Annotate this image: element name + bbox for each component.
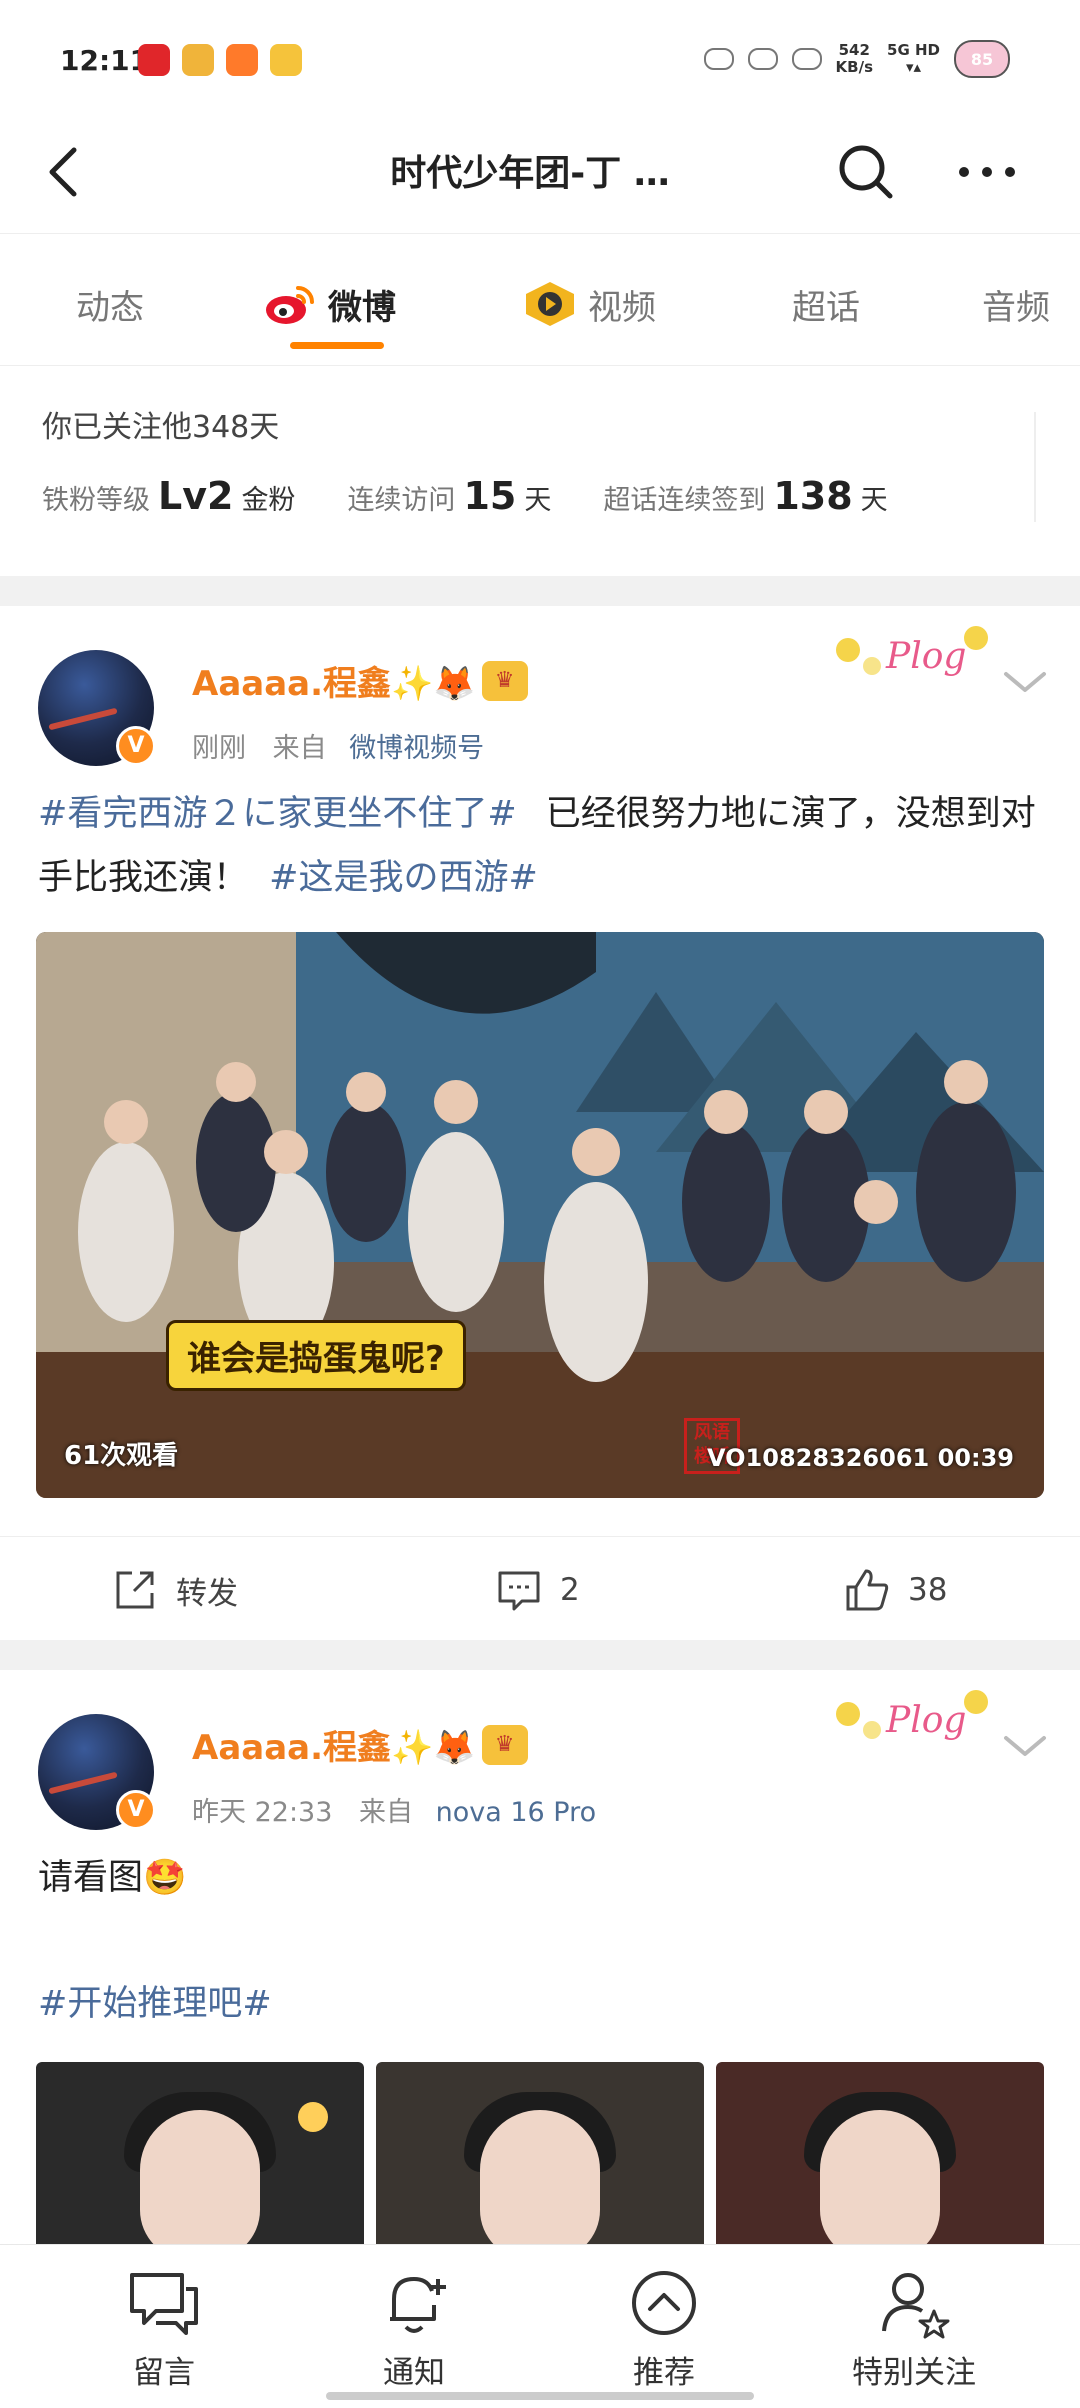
post-text: #看完西游２に家更坐不住了# 已经很努力地に演了，没想到对手比我还演！ #这是我… [38,794,1036,898]
netease-music-icon [138,44,170,76]
profile-tabs: 动态 微博 视频 超话 音频 [0,234,1080,366]
crown-badge-icon: ♛ [481,1724,528,1765]
fan-level-label: 铁粉等级 [42,485,150,516]
video-badge-icon [526,282,574,326]
bell-plus-icon [390,2277,446,2333]
status-app-icons [138,44,302,76]
tab-video[interactable]: 视频 [522,274,656,334]
svg-text:Plog: Plog [885,636,966,677]
topic-link[interactable]: #看完西游２に家更坐不住了# [38,794,517,834]
battery-icon: 85 [954,40,1010,78]
visit-value: 15 [463,474,517,518]
bottom-toolbar: 留言 通知 推荐 特别关注 [0,2244,1080,2408]
message-button[interactable]: 留言 [84,2265,244,2392]
repost-button[interactable]: 转发 [112,1567,238,1613]
net-speed: 542 KB/s [835,41,874,76]
username[interactable]: Aaaaa.程鑫✨🦊 ♛ [192,1720,528,1769]
weibo-icon [270,44,302,76]
recommend-button[interactable]: 推荐 [584,2265,744,2392]
chevron-down-icon[interactable] [1000,1726,1050,1766]
thumbs-up-icon [846,1569,889,1611]
fan-level-unit: 金粉 [241,485,296,516]
user-star-icon [882,2273,950,2339]
status-cat-icon [791,48,822,70]
notify-button[interactable]: 通知 [334,2265,494,2392]
active-tab-indicator [290,342,384,349]
checkin-value: 138 [773,474,853,518]
repost-icon [116,1571,154,1609]
checkin-label: 超话连续签到 [603,485,766,516]
status-cat-icon [703,48,734,70]
plog-badge-icon: Plog [826,1680,996,1760]
weibo-post[interactable]: V Aaaaa.程鑫✨🦊 ♛ 刚刚 来自 微博视频号 Plog #看完西游２に家… [0,606,1080,1640]
section-divider [0,576,1080,606]
topic-link[interactable]: #这是我の西游# [269,858,538,898]
topic-link[interactable]: #开始推理吧# [38,1972,1048,2036]
comment-icon [498,1571,540,1611]
like-button[interactable]: 38 [844,1567,947,1613]
signal-indicator: 5G HD ▾▴ [887,41,940,76]
more-icon [959,167,1015,177]
follow-days-text: 你已关注他348天 [42,410,280,445]
post-meta: 昨天 22:33 来自 nova 16 Pro [192,1797,597,1828]
post-source-link[interactable]: 微博视频号 [349,733,484,764]
search-icon [839,145,893,199]
weibo-logo-icon [266,286,314,324]
chevron-down-icon[interactable] [1000,662,1050,702]
section-divider [0,1640,1080,1670]
back-icon [49,147,77,197]
view-count: 61次观看 [64,1441,179,1471]
fan-stats: 铁粉等级 Lv2 金粉 连续访问 15 天 超话连续签到 138 天 [42,474,940,518]
status-time: 12:11 [60,44,150,77]
post-image[interactable] [376,2062,704,2244]
username[interactable]: Aaaaa.程鑫✨🦊 ♛ [192,656,528,705]
video-code: VO10828326061 [706,1444,930,1472]
tab-weibo[interactable]: 微博 [262,274,396,334]
video-player[interactable]: 谁会是捣蛋鬼呢? 风语楼听 61次观看 VO10828326061 00:39 [36,932,1044,1498]
message-icon [130,2273,198,2335]
search-button[interactable] [836,142,896,202]
tab-dynamic[interactable]: 动态 [76,274,144,334]
more-button[interactable] [952,142,1022,202]
special-follow-button[interactable]: 特别关注 [834,2265,994,2392]
home-indicator[interactable] [326,2392,754,2400]
post-text: 请看图🤩 [38,1858,187,1898]
status-cat-icon [747,48,778,70]
video-caption: 谁会是捣蛋鬼呢? [166,1320,466,1391]
video-info: VO10828326061 00:39 [707,1444,1014,1472]
visit-unit: 天 [524,485,552,516]
crown-badge-icon: ♛ [481,660,528,701]
verified-badge: V [116,1790,156,1830]
visit-label: 连续访问 [347,485,456,516]
back-button[interactable] [36,140,100,204]
image-grid [36,2062,1044,2244]
plog-badge-icon: Plog [826,616,996,696]
status-right-group: 542 KB/s 5G HD ▾▴ 85 [703,40,1010,78]
divider [1034,412,1036,522]
status-bar: 12:11 542 KB/s 5G HD ▾▴ 85 [0,0,1080,120]
page-title: 时代少年团-丁 … [390,153,670,194]
post-image[interactable] [36,2062,364,2244]
post-image[interactable] [716,2062,1044,2244]
app-bear-icon [182,44,214,76]
video-thumbnail [36,932,1044,1498]
fan-info-panel[interactable]: 你已关注他348天 铁粉等级 Lv2 金粉 连续访问 15 天 超话连续签到 1… [0,366,1080,576]
top-nav-bar: 时代少年团-丁 … [0,120,1080,234]
post-source-link[interactable]: nova 16 Pro [436,1797,597,1828]
up-circle-icon [632,2271,696,2335]
checkin-unit: 天 [860,485,888,516]
app-orange-icon [226,44,258,76]
tab-super-topic[interactable]: 超话 [792,274,860,334]
comment-button[interactable]: 2 [496,1567,580,1613]
fan-level-value: Lv2 [158,474,234,518]
weibo-post[interactable]: V Aaaaa.程鑫✨🦊 ♛ 昨天 22:33 来自 nova 16 Pro P… [0,1670,1080,2244]
verified-badge: V [116,726,156,766]
svg-text:Plog: Plog [885,1700,966,1741]
tab-audio[interactable]: 音频 [982,274,1050,334]
post-meta: 刚刚 来自 微博视频号 [192,733,485,764]
post-actions: 转发 2 38 [0,1536,1080,1646]
video-duration: 00:39 [937,1444,1014,1472]
